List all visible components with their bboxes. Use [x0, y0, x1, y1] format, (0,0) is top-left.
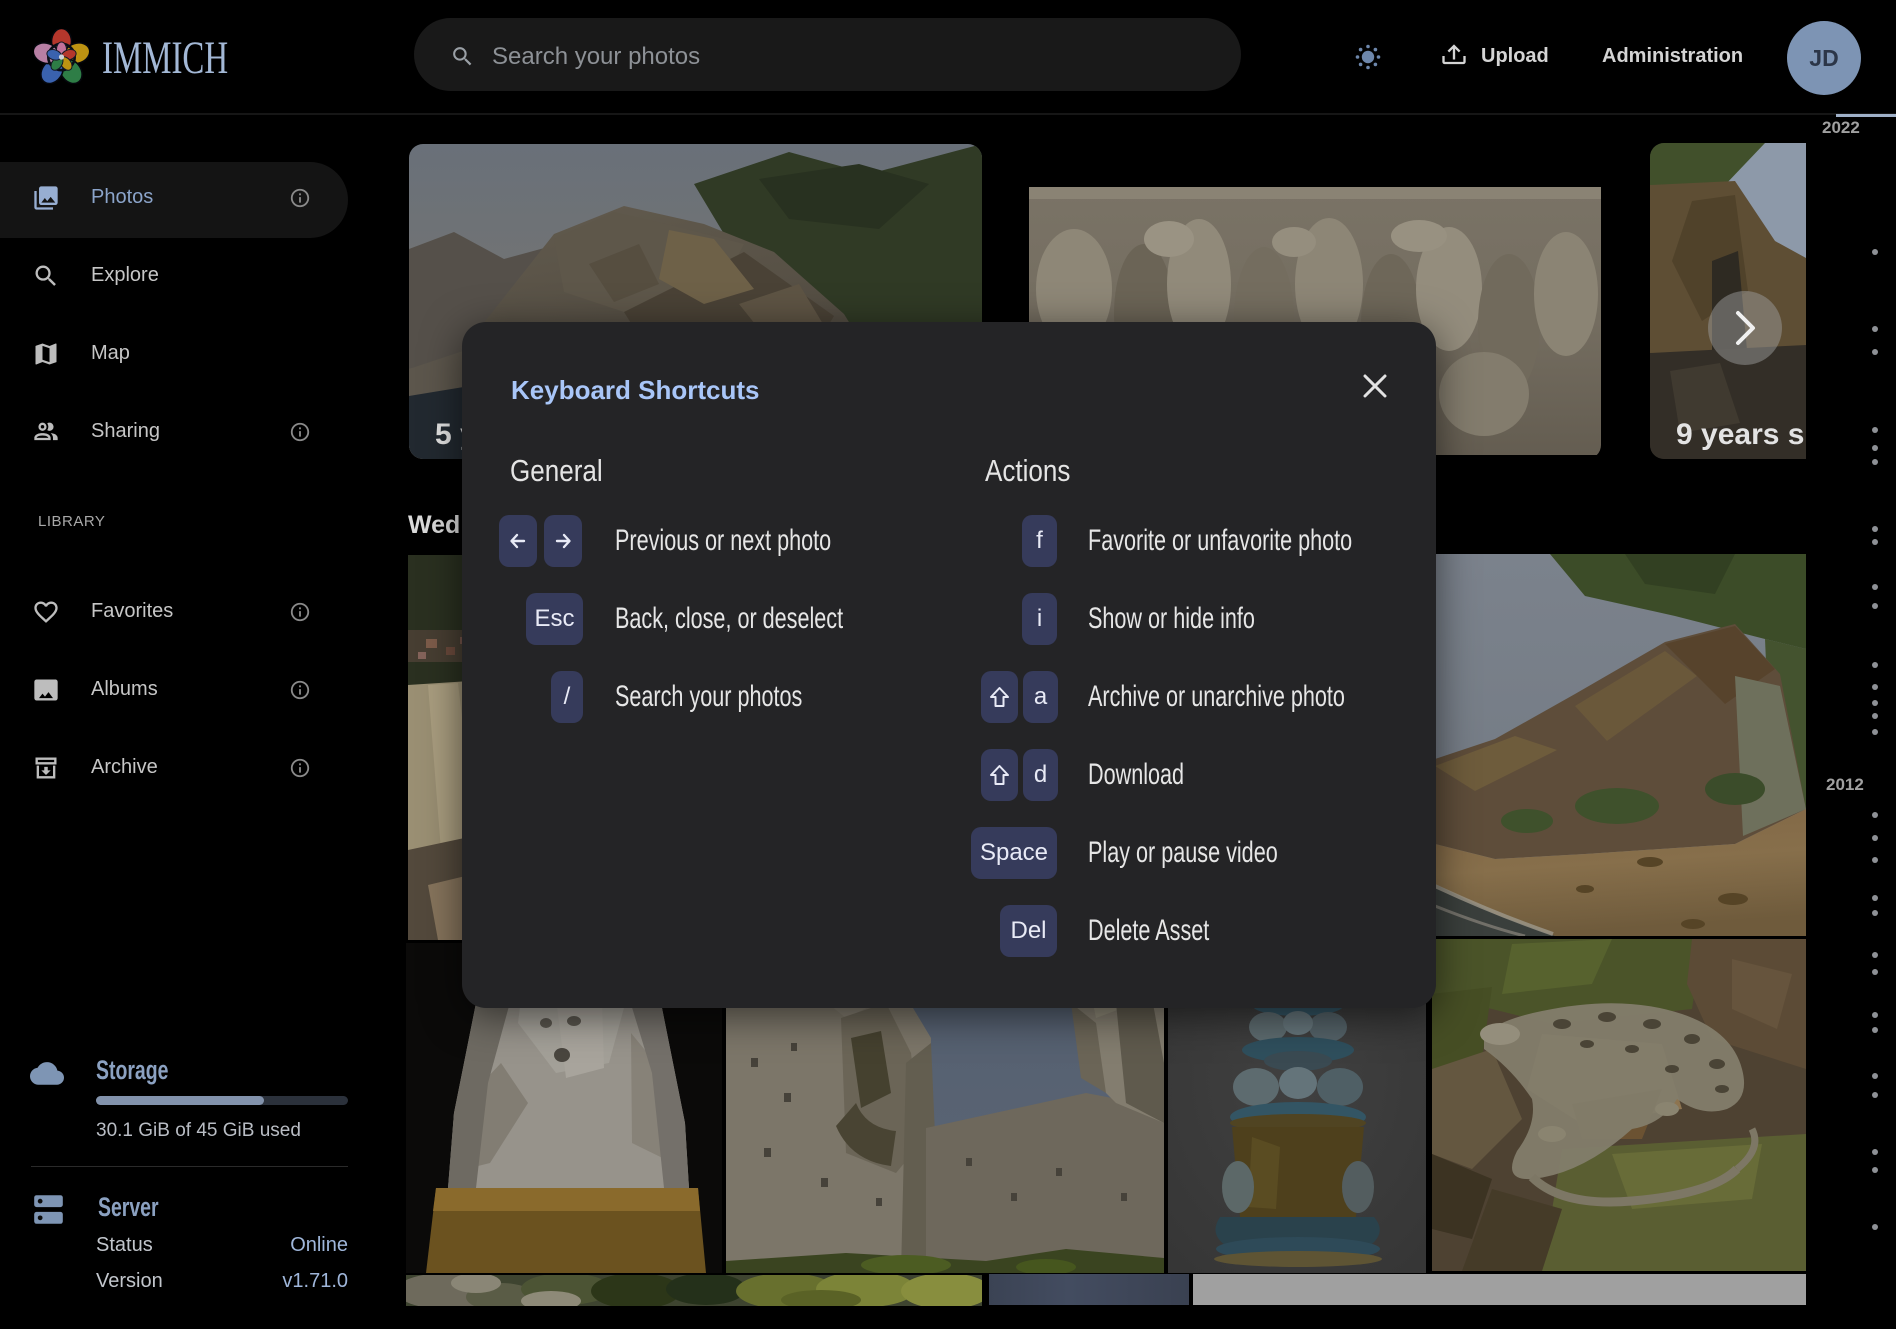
svg-text:9 years sin: 9 years sin — [1676, 418, 1806, 451]
